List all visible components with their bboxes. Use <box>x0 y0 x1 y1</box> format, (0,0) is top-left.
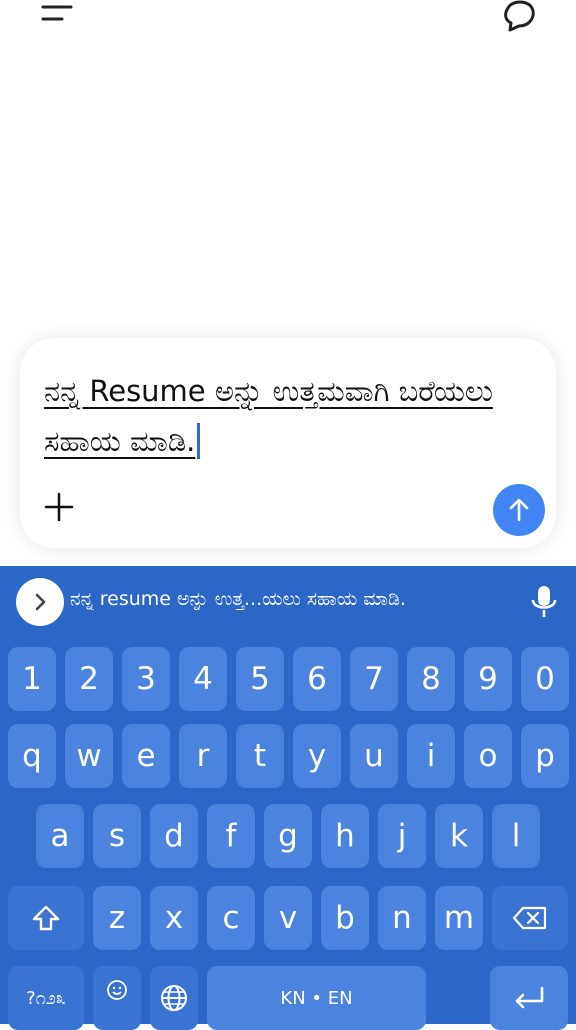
message-text: ನನ್ನ Resume ಅನ್ನು ಉತ್ತಮವಾಗಿ ಬರೆಯಲು ಸಹಾಯ … <box>44 374 493 458</box>
key-p[interactable]: p <box>521 724 569 788</box>
expand-suggestions-button[interactable] <box>16 578 64 626</box>
key-7[interactable]: 7 <box>350 647 398 711</box>
key-b[interactable]: b <box>321 886 369 950</box>
key-k[interactable]: k <box>435 804 483 868</box>
globe-icon <box>161 985 187 1011</box>
key-u[interactable]: u <box>350 724 398 788</box>
key-w[interactable]: w <box>65 724 113 788</box>
microphone-icon[interactable] <box>530 584 558 620</box>
key-a[interactable]: a <box>36 804 84 868</box>
key-3[interactable]: 3 <box>122 647 170 711</box>
enter-icon <box>515 986 544 1009</box>
key-m[interactable]: m <box>435 886 483 950</box>
key-o[interactable]: o <box>464 724 512 788</box>
key-l[interactable]: l <box>492 804 540 868</box>
key-8[interactable]: 8 <box>407 647 455 711</box>
key-n[interactable]: n <box>378 886 426 950</box>
backspace-icon <box>512 906 547 930</box>
key-g[interactable]: g <box>264 804 312 868</box>
key-1[interactable]: 1 <box>8 647 56 711</box>
shift-key[interactable] <box>8 886 84 950</box>
key-0[interactable]: 0 <box>521 647 569 711</box>
key-c[interactable]: c <box>207 886 255 950</box>
key-y[interactable]: y <box>293 724 341 788</box>
language-key[interactable] <box>150 966 198 1030</box>
new-chat-icon[interactable] <box>500 0 538 32</box>
shift-icon <box>32 905 60 931</box>
key-d[interactable]: d <box>150 804 198 868</box>
key-s[interactable]: s <box>93 804 141 868</box>
key-v[interactable]: v <box>264 886 312 950</box>
key-i[interactable]: i <box>407 724 455 788</box>
enter-key[interactable] <box>490 966 568 1030</box>
add-attachment-button[interactable] <box>42 490 76 524</box>
suggestion-bar: ನನ್ನ resume ಅನ್ನು ಉತ್ತ...ಯಲು ಸಹಾಯ ಮಾಡಿ. <box>0 566 576 638</box>
key-4[interactable]: 4 <box>179 647 227 711</box>
arrow-up-icon <box>509 498 529 522</box>
emoji-key[interactable] <box>93 966 141 1030</box>
soft-keyboard: ನನ್ನ resume ಅನ್ನು ಉತ್ತ...ಯಲು ಸಹಾಯ ಮಾಡಿ. … <box>0 566 576 1030</box>
key-5[interactable]: 5 <box>236 647 284 711</box>
key-h[interactable]: h <box>321 804 369 868</box>
key-x[interactable]: x <box>150 886 198 950</box>
suggestion-text[interactable]: ನನ್ನ resume ಅನ್ನು ಉತ್ತ...ಯಲು ಸಹಾಯ ಮಾಡಿ. <box>70 588 510 610</box>
space-key[interactable]: KN • EN <box>207 966 426 1030</box>
message-input[interactable]: ನನ್ನ Resume ಅನ್ನು ಉತ್ತಮವಾಗಿ ಬರೆಯಲು ಸಹಾಯ … <box>44 366 524 466</box>
text-caret <box>197 423 201 459</box>
key-q[interactable]: q <box>8 724 56 788</box>
key-z[interactable]: z <box>93 886 141 950</box>
send-button[interactable] <box>493 484 545 536</box>
emoji-icon <box>107 980 127 1000</box>
key-f[interactable]: f <box>207 804 255 868</box>
key-r[interactable]: r <box>179 724 227 788</box>
backspace-key[interactable] <box>492 886 568 950</box>
symbols-key[interactable]: ?೧೨೩ <box>8 966 84 1030</box>
key-6[interactable]: 6 <box>293 647 341 711</box>
message-composer: ನನ್ನ Resume ಅನ್ನು ಉತ್ತಮವಾಗಿ ಬರೆಯಲು ಸಹಾಯ … <box>20 338 556 548</box>
chevron-right-icon <box>35 593 46 611</box>
key-j[interactable]: j <box>378 804 426 868</box>
menu-icon[interactable] <box>40 3 74 27</box>
key-e[interactable]: e <box>122 724 170 788</box>
key-2[interactable]: 2 <box>65 647 113 711</box>
key-t[interactable]: t <box>236 724 284 788</box>
key-9[interactable]: 9 <box>464 647 512 711</box>
top-bar <box>0 0 576 60</box>
